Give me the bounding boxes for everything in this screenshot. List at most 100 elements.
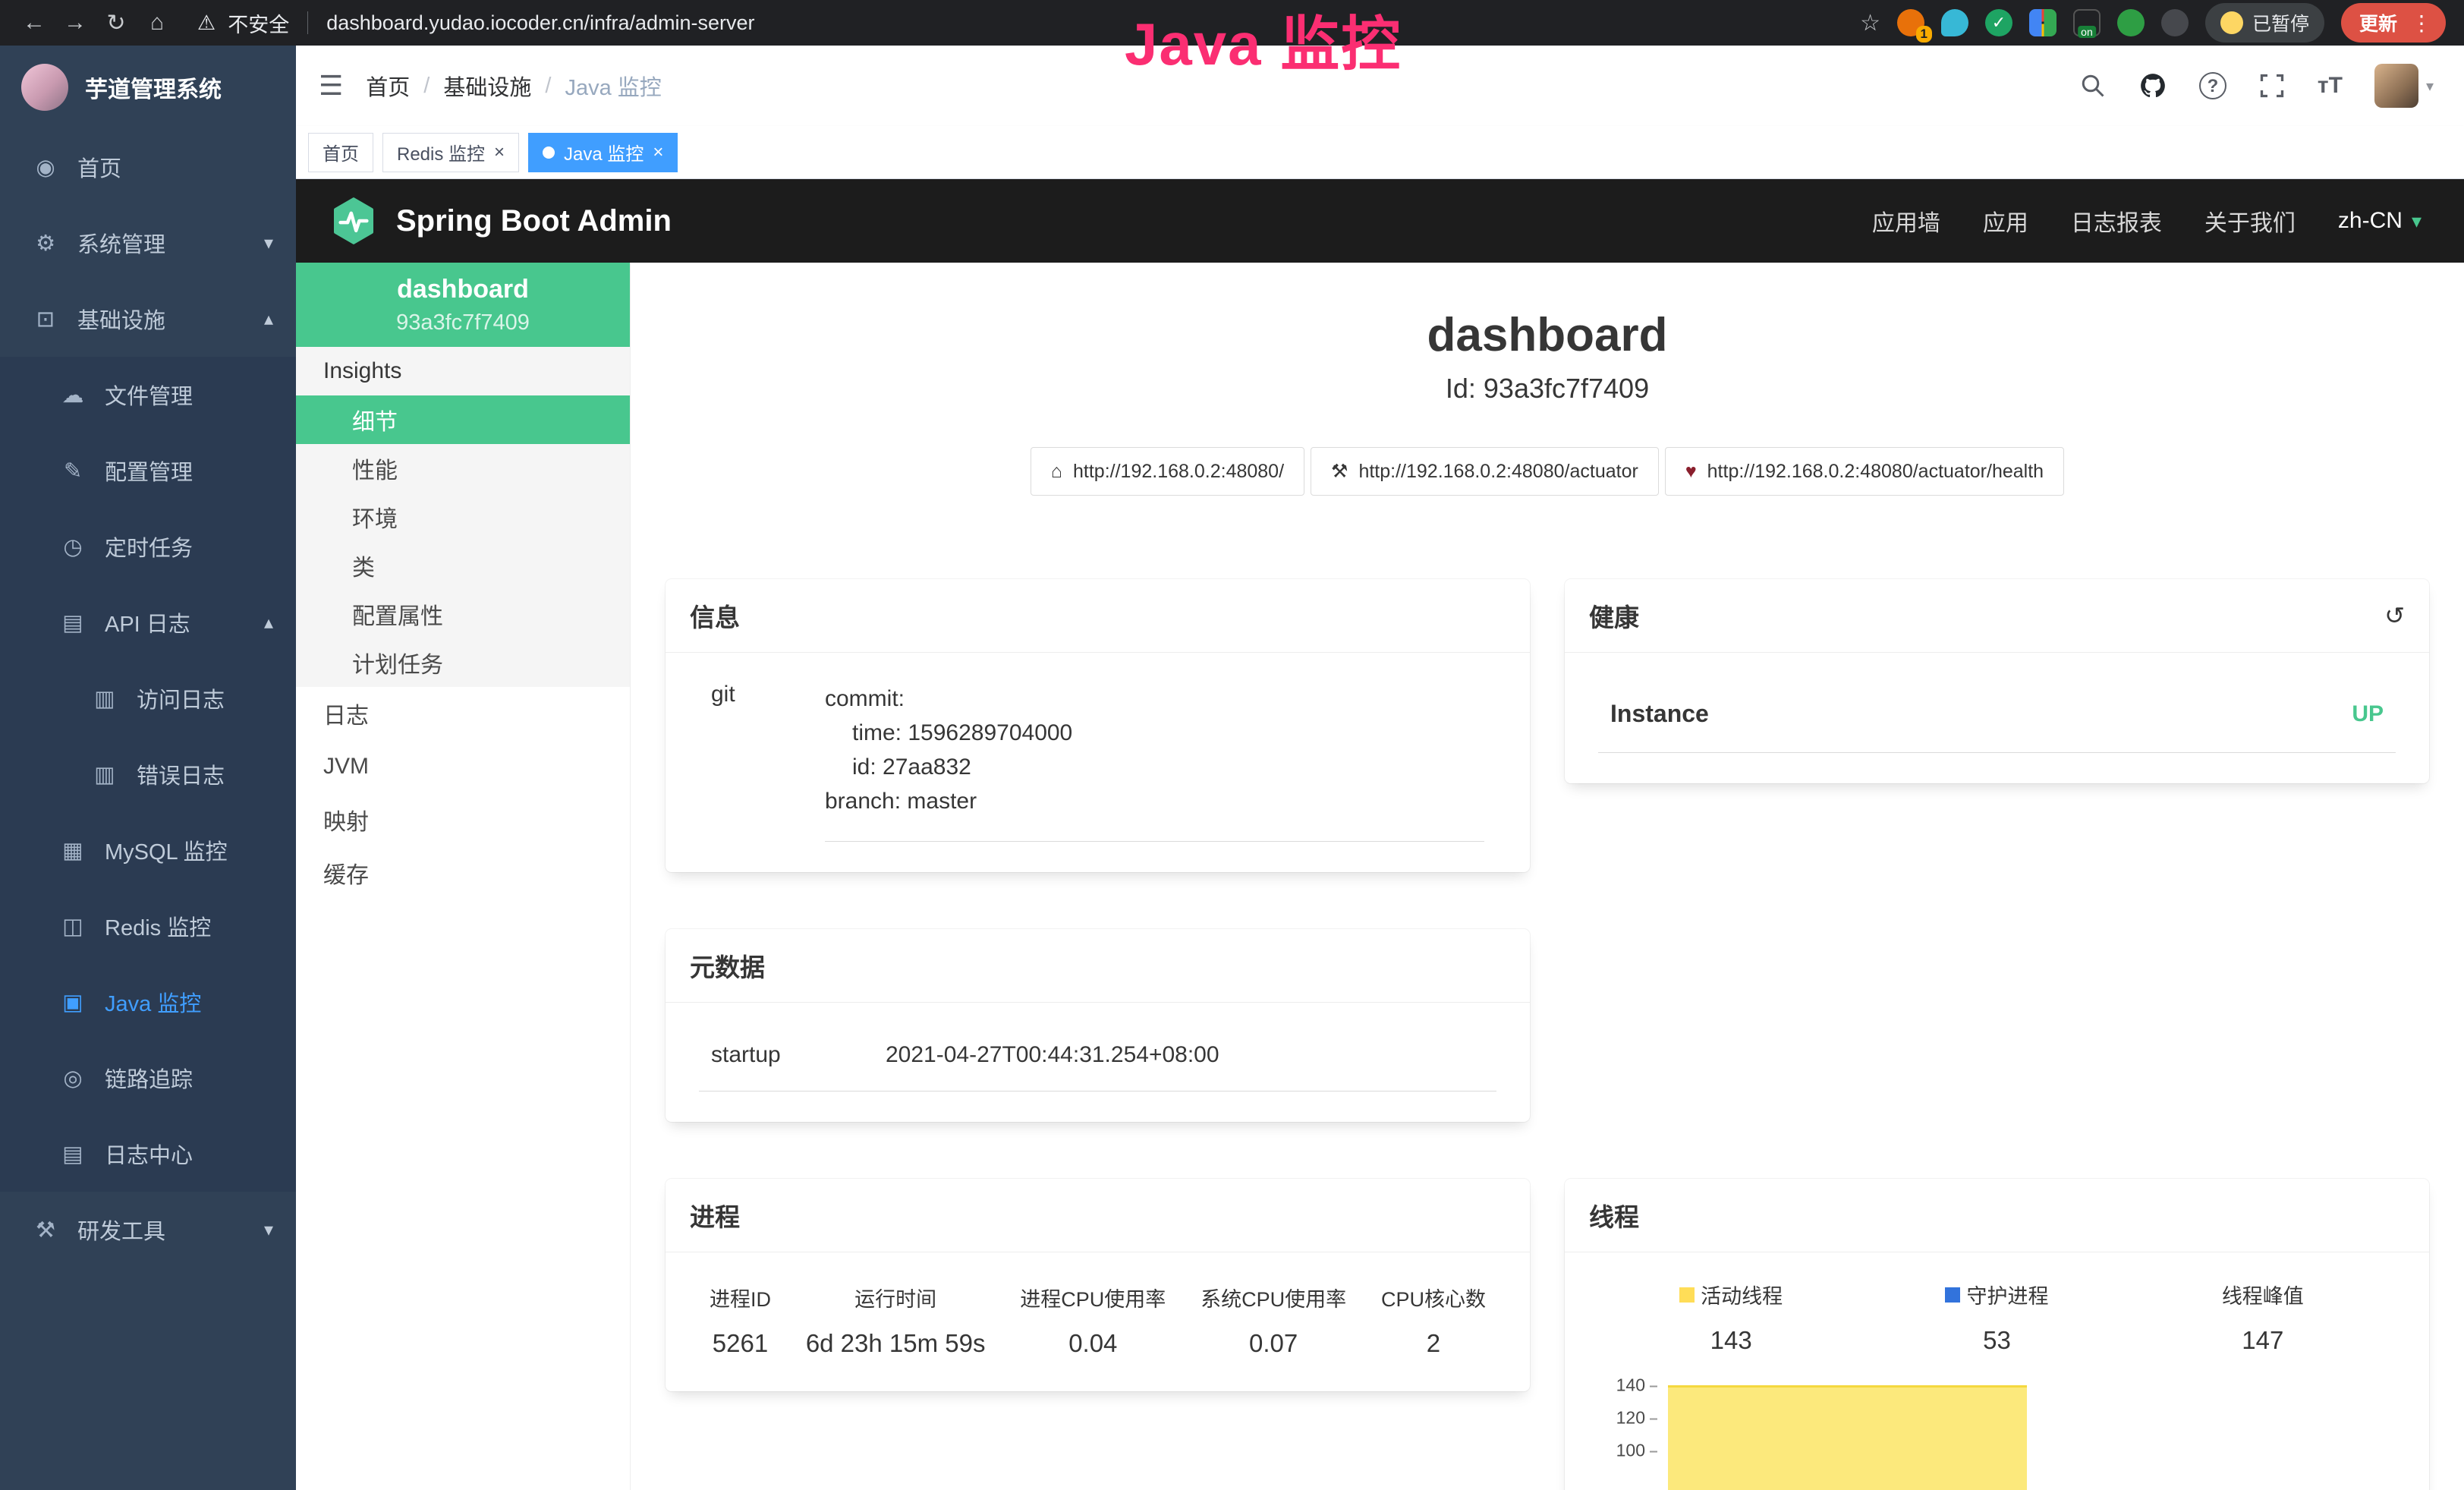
database-icon: ▦ (59, 837, 87, 864)
extension-drop-icon[interactable] (1941, 9, 1968, 36)
address-bar[interactable]: ⚠ 不安全 dashboard.yudao.iocoder.cn/infra/a… (197, 8, 755, 38)
chevron-up-icon: ▴ (264, 612, 273, 634)
bookmark-star-icon[interactable]: ☆ (1860, 10, 1880, 36)
sba-nav-journal[interactable]: 日志报表 (2071, 204, 2162, 238)
sba-menu-beans[interactable]: 类 (296, 541, 630, 590)
log-file-icon: ▥ (91, 761, 118, 788)
sba-menu-mappings[interactable]: 映射 (296, 793, 630, 846)
extension-check-icon[interactable]: ✓ (1985, 9, 2012, 36)
info-value: commit: time: 1596289704000 id: 27aa832 … (825, 682, 1484, 842)
insights-section-label[interactable]: Insights (296, 347, 630, 395)
sidebar-item-scheduled-jobs[interactable]: ◷ 定时任务 (0, 509, 296, 584)
chevron-down-icon: ▾ (264, 232, 273, 254)
java-monitor-icon: ▣ (59, 989, 87, 1016)
sba-nav-applications[interactable]: 应用 (1983, 204, 2028, 238)
legend-daemon-threads: 守护进程 53 (1864, 1280, 2129, 1355)
sba-instance-header[interactable]: dashboard 93a3fc7f7409 (296, 263, 630, 347)
sidebar-item-mysql-monitor[interactable]: ▦ MySQL 监控 (0, 812, 296, 888)
github-icon[interactable] (2138, 71, 2167, 100)
tab-redis-monitor[interactable]: Redis 监控 × (382, 133, 519, 172)
sidebar-item-error-logs[interactable]: ▥ 错误日志 (0, 736, 296, 812)
browser-toolbar-right: ☆ 1 ✓ on 已暂停 更新 ⋮ (1860, 3, 2450, 43)
actuator-url-link[interactable]: ⚒ http://192.168.0.2:48080/actuator (1311, 447, 1659, 496)
browser-reload-button[interactable]: ↻ (96, 10, 137, 36)
sidebar-item-java-monitor[interactable]: ▣ Java 监控 (0, 964, 296, 1040)
help-icon[interactable]: ? (2199, 72, 2226, 99)
redis-icon: ◫ (59, 913, 87, 940)
close-icon[interactable]: × (494, 143, 505, 162)
process-col-cpu-cores: CPU核心数 2 (1381, 1283, 1486, 1358)
dashboard-icon: ◉ (32, 154, 59, 181)
sba-nav-about[interactable]: 关于我们 (2204, 204, 2296, 238)
avatar (2374, 64, 2418, 108)
sba-menu-metrics[interactable]: 性能 (296, 444, 630, 493)
sba-menu-jvm[interactable]: JVM (296, 740, 630, 793)
sba-menu-environment[interactable]: 环境 (296, 493, 630, 541)
user-menu[interactable]: ▾ (2374, 64, 2434, 108)
sba-language-selector[interactable]: zh-CN ▾ (2338, 208, 2422, 234)
document-icon: ▤ (59, 610, 87, 636)
info-key: git (711, 682, 825, 842)
admin-sidebar: 芋道管理系统 ◉ 首页 ⚙ 系统管理 ▾ ⊡ 基础设施 ▴ ☁ 文件管理 ✎ 配… (0, 46, 296, 1490)
tab-java-monitor[interactable]: Java 监控 × (528, 133, 678, 172)
search-icon[interactable] (2079, 72, 2107, 99)
sidebar-item-log-center[interactable]: ▤ 日志中心 (0, 1116, 296, 1192)
logo-avatar (21, 64, 68, 111)
sidebar-item-redis-monitor[interactable]: ◫ Redis 监控 (0, 888, 296, 964)
sba-menu-details[interactable]: 细节 (296, 395, 630, 444)
sidebar-item-home[interactable]: ◉ 首页 (0, 129, 296, 205)
sidebar-item-system-management[interactable]: ⚙ 系统管理 ▾ (0, 205, 296, 281)
sba-menu-loggers[interactable]: 日志 (296, 687, 630, 740)
browser-home-button[interactable]: ⌂ (137, 10, 178, 36)
gear-icon: ⚙ (32, 230, 59, 257)
info-row-git: git commit: time: 1596289704000 id: 27aa… (699, 673, 1496, 842)
app-logo[interactable]: 芋道管理系统 (0, 46, 296, 129)
extension-badge: 1 (1916, 26, 1932, 43)
tab-home[interactable]: 首页 (308, 133, 373, 172)
hamburger-icon[interactable]: ☰ (319, 70, 343, 102)
info-card: 信息 git commit: time: 1596289704000 id: 2… (666, 579, 1530, 872)
breadcrumb-home[interactable]: 首页 (366, 70, 410, 102)
sidebar-item-dev-tools[interactable]: ⚒ 研发工具 ▾ (0, 1192, 296, 1268)
sba-brand[interactable]: Spring Boot Admin (329, 197, 672, 245)
sba-menu-config-props[interactable]: 配置属性 (296, 590, 630, 638)
sba-content: dashboard Id: 93a3fc7f7409 ⌂ http://192.… (631, 263, 2464, 1490)
browser-update-button[interactable]: 更新 ⋮ (2341, 3, 2446, 43)
extension-grid-icon[interactable] (2029, 9, 2056, 36)
profile-paused-chip[interactable]: 已暂停 (2205, 3, 2324, 43)
heart-icon: ♥ (1685, 461, 1697, 483)
breadcrumb-infrastructure[interactable]: 基础设施 (443, 70, 531, 102)
health-url-link[interactable]: ♥ http://192.168.0.2:48080/actuator/heal… (1665, 447, 2064, 496)
health-instance-row[interactable]: Instance UP (1598, 673, 2396, 753)
extension-spider-icon[interactable] (2161, 9, 2189, 36)
browser-menu-icon[interactable]: ⋮ (2411, 11, 2432, 36)
process-col-process-cpu: 进程CPU使用率 0.04 (1020, 1283, 1166, 1358)
sidebar-item-api-logs[interactable]: ▤ API 日志 ▴ (0, 584, 296, 660)
fullscreen-icon[interactable] (2258, 72, 2286, 99)
address-divider (307, 11, 308, 34)
sba-nav-wall[interactable]: 应用墙 (1872, 204, 1940, 238)
sidebar-item-access-logs[interactable]: ▥ 访问日志 (0, 660, 296, 736)
instance-name: dashboard (397, 275, 529, 304)
browser-back-button[interactable]: ← (14, 10, 55, 36)
browser-forward-button[interactable]: → (55, 10, 96, 36)
extension-fox-icon[interactable]: 1 (1897, 9, 1924, 36)
sidebar-item-file-management[interactable]: ☁ 文件管理 (0, 357, 296, 433)
font-size-icon[interactable]: тT (2318, 73, 2343, 99)
instance-url-link[interactable]: ⌂ http://192.168.0.2:48080/ (1031, 447, 1304, 496)
sba-menu-caches[interactable]: 缓存 (296, 846, 630, 899)
sidebar-item-tracing[interactable]: ◎ 链路追踪 (0, 1040, 296, 1116)
sidebar-item-infrastructure[interactable]: ⊡ 基础设施 ▴ (0, 281, 296, 357)
y-tick-120: 120 (1598, 1408, 1657, 1429)
close-icon[interactable]: × (653, 143, 663, 162)
extension-leaf-icon[interactable] (2117, 9, 2145, 36)
threads-card-title: 线程 (1589, 1197, 1639, 1233)
process-col-uptime: 运行时间 6d 23h 15m 59s (806, 1283, 986, 1358)
threads-chart: 140 120 100 (1598, 1378, 2396, 1490)
process-col-system-cpu: 系统CPU使用率 0.07 (1201, 1283, 1346, 1358)
sba-menu-scheduled-tasks[interactable]: 计划任务 (296, 638, 630, 687)
sidebar-item-config-management[interactable]: ✎ 配置管理 (0, 433, 296, 509)
extension-on-icon[interactable]: on (2073, 9, 2101, 36)
history-icon[interactable]: ↺ (2384, 601, 2405, 630)
sba-logo-icon (329, 197, 378, 245)
